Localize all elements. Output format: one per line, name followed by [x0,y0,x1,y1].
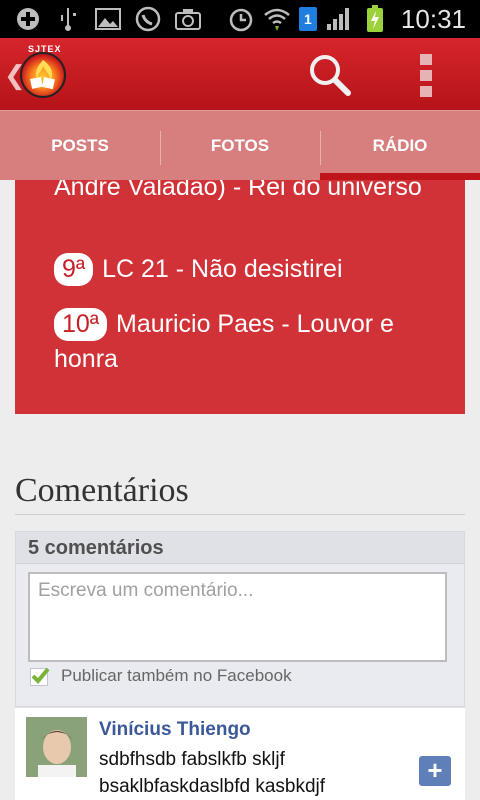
overflow-menu-icon [420,54,432,97]
status-bar: 1 10:31 [0,0,480,38]
usb-icon [54,6,82,32]
logo-text: SJTEX [28,44,62,54]
action-bar: ❮ SJTEX [0,38,480,110]
status-time: 10:31 [400,3,466,34]
comment-item: Vinícius Thiengo sdbfhsdb fabslkfb skljf… [15,707,465,800]
app-screen: 1 10:31 ❮ SJTEX POSTS FOTOS RÁDIO André … [0,0,480,800]
search-button[interactable] [306,52,354,98]
comment-input[interactable]: Escreva um comentário... [28,572,447,662]
tab-fotos-label: FOTOS [210,135,270,155]
comments-count[interactable]: 5 comentários [28,537,164,560]
app-logo[interactable] [20,52,66,98]
radio-item-partial[interactable]: André Valadão) - Rei do universo [54,180,434,205]
radio-item[interactable]: 10ª Mauricio Paes - Louvor e honra [54,307,434,377]
avatar[interactable] [26,717,87,777]
tab-radio-label: RÁDIO [372,135,428,155]
alarm-icon [227,6,255,32]
song-title: LC 21 - Não desistirei [102,255,343,283]
status-icons-right: 1 10:31 [227,4,466,34]
tab-radio[interactable]: RÁDIO [320,111,480,180]
whatsapp-icon [134,6,162,32]
tab-posts[interactable]: POSTS [0,111,160,180]
wifi-icon [263,6,291,32]
comment-text: sdbfhsdb fabslkfb skljf bsaklbfaskdaslbf… [99,749,326,797]
notification-badge-icon: 1 [298,7,317,31]
overflow-menu-button[interactable] [408,50,444,100]
camera-icon [174,6,202,32]
tab-posts-label: POSTS [51,135,109,155]
tab-fotos[interactable]: FOTOS [160,111,320,180]
plus-icon: + [427,755,443,785]
expand-comment-button[interactable]: + [419,756,451,786]
comment-author[interactable]: Vinícius Thiengo [99,719,251,741]
publish-facebook-label[interactable]: Publicar também no Facebook [61,666,292,686]
checkmark-icon [31,667,50,684]
image-icon [94,6,122,32]
status-icons-left [14,6,202,32]
facebook-comments-box: 5 comentários Escreva um comentário... P… [15,531,465,707]
comments-count-bar: 5 comentários [16,532,464,564]
tab-bar: POSTS FOTOS RÁDIO [0,110,480,180]
comments-heading: Comentários [15,472,189,509]
rank-badge: 9ª [54,253,94,286]
publish-facebook-checkbox[interactable] [30,667,50,686]
search-icon [310,55,351,96]
add-icon [14,6,42,32]
radio-ranking-card: André Valadão) - Rei do universo 9ª LC 2… [15,180,465,414]
radio-item[interactable]: 9ª LC 21 - Não desistirei [54,252,434,287]
divider [15,514,465,515]
battery-charging-icon [361,5,389,32]
rank-badge: 10ª [54,308,108,341]
signal-icon [325,6,353,32]
